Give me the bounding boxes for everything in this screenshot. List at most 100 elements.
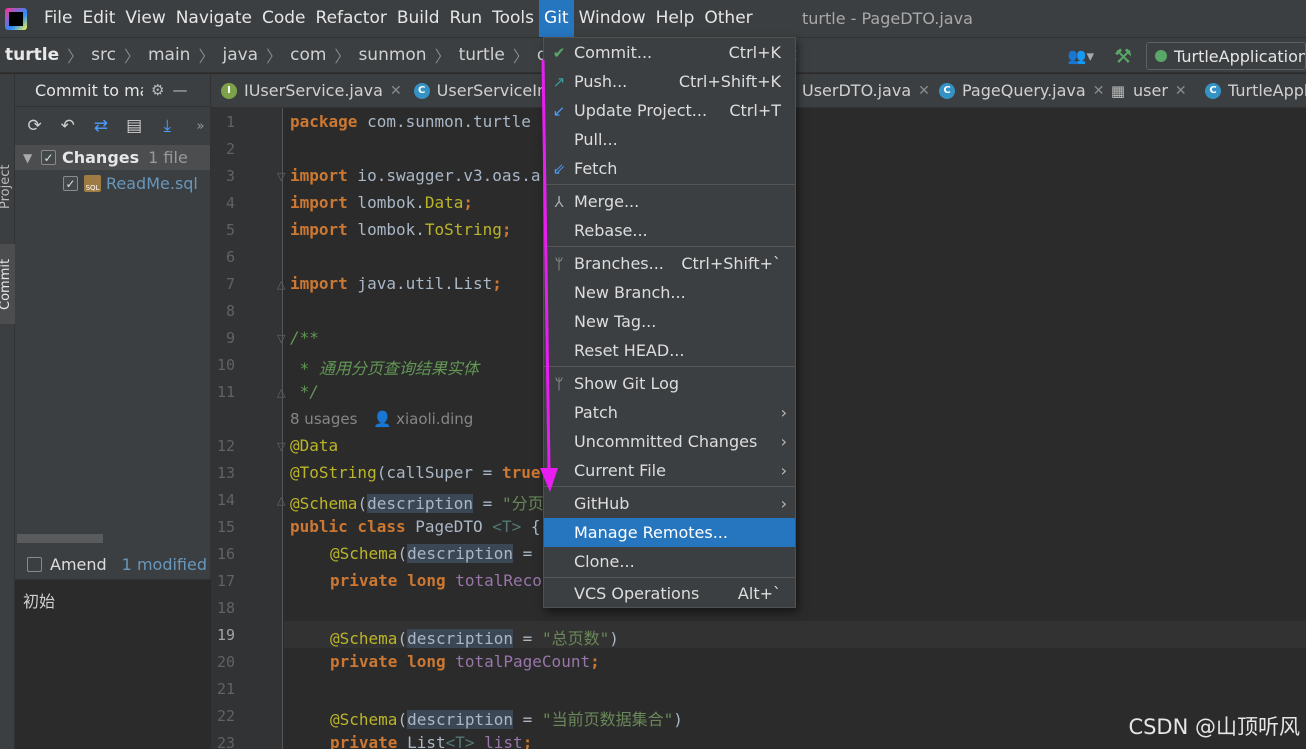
submenu-arrow-icon: ›	[780, 494, 787, 513]
amend-checkbox[interactable]	[27, 556, 42, 572]
menu-item-uncommitted-changes[interactable]: Uncommitted Changes ›	[544, 427, 795, 456]
usages-hint[interactable]: 8 usages	[290, 410, 357, 428]
intellij-logo-icon[interactable]	[5, 7, 27, 30]
tab-pagequery[interactable]: C PageQuery.java ✕	[933, 74, 1110, 107]
changes-checkbox[interactable]: ✓	[41, 150, 56, 165]
gear-icon[interactable]: ⚙	[151, 81, 164, 99]
download-icon[interactable]: ⤓	[158, 116, 177, 136]
menu-other[interactable]: Other	[699, 0, 757, 37]
menu-git[interactable]: Git	[539, 0, 574, 37]
author-hint[interactable]: xiaoli.ding	[396, 410, 473, 428]
annotation-arrow-head	[540, 468, 558, 492]
close-icon[interactable]: ✕	[1175, 83, 1187, 99]
breadcrumb-separator: 〉	[198, 47, 215, 66]
fold-marker-icon[interactable]: △	[277, 278, 285, 291]
commit-message-input[interactable]: 初始	[15, 579, 211, 749]
close-icon[interactable]: ✕	[1093, 83, 1105, 99]
project-tool-tab[interactable]: Project	[0, 152, 16, 222]
code-token: import	[290, 166, 348, 185]
menu-refactor[interactable]: Refactor	[311, 0, 392, 37]
close-icon[interactable]: ✕	[390, 83, 402, 99]
fold-marker-icon[interactable]: ▽	[277, 332, 285, 345]
breadcrumb-separator: 〉	[434, 47, 451, 66]
tab-turtleapplication[interactable]: C TurtleApplication.java	[1199, 74, 1306, 107]
breadcrumb-project[interactable]: turtle	[5, 45, 59, 65]
menu-item-github[interactable]: GitHub ›	[544, 489, 795, 518]
menu-item-rebase[interactable]: Rebase...	[544, 216, 795, 245]
tab-user-table[interactable]: ▦ user ✕	[1104, 74, 1193, 107]
tab-userdto[interactable]: UserDTO.java ✕	[796, 74, 936, 107]
menu-item-shortcut: Ctrl+Shift+`	[681, 254, 781, 273]
code-token: (callSuper =	[376, 463, 502, 482]
changes-group-row[interactable]: ▼ ✓ Changes 1 file	[15, 145, 210, 170]
menu-item-new-tag[interactable]: New Tag...	[544, 307, 795, 336]
minimize-icon[interactable]: —	[172, 81, 187, 99]
code-token: <T>	[492, 517, 522, 536]
commit-tool-tab[interactable]: Commit	[0, 244, 16, 324]
breadcrumb-sunmon[interactable]: sunmon	[358, 45, 426, 65]
menu-help[interactable]: Help	[651, 0, 700, 37]
commit-panel-header: Commit to master ⚙ —	[15, 74, 210, 107]
code-token: ;	[463, 193, 474, 212]
breadcrumb-com[interactable]: com	[290, 45, 326, 65]
menu-edit[interactable]: Edit	[77, 0, 120, 37]
menu-file[interactable]: File	[39, 0, 77, 37]
menu-separator	[544, 366, 795, 367]
menu-item-current-file[interactable]: Current File ›	[544, 456, 795, 485]
fold-marker-icon[interactable]: ▽	[277, 170, 285, 183]
code-token: import	[290, 220, 348, 239]
menu-code[interactable]: Code	[257, 0, 311, 37]
menu-item-new-branch[interactable]: New Branch...	[544, 278, 795, 307]
menu-window[interactable]: Window	[574, 0, 651, 37]
menu-item-fetch[interactable]: ⇙ Fetch	[544, 154, 795, 183]
amend-label[interactable]: Amend	[50, 555, 107, 574]
code-token: private	[330, 733, 398, 749]
close-icon[interactable]: ✕	[918, 83, 930, 99]
menu-navigate[interactable]: Navigate	[171, 0, 257, 37]
changed-file-row[interactable]: ✓ SQL ReadMe.sql	[15, 170, 210, 197]
fold-marker-icon[interactable]: △	[277, 386, 285, 399]
menu-item-patch[interactable]: Patch ›	[544, 398, 795, 427]
menu-item-pull[interactable]: Pull...	[544, 125, 795, 154]
menu-item-manage-remotes[interactable]: Manage Remotes...	[544, 518, 795, 547]
menu-item-clone[interactable]: Clone...	[544, 547, 795, 576]
breadcrumb-src[interactable]: src	[91, 45, 116, 65]
menu-item-branches[interactable]: ᛘ Branches... Ctrl+Shift+`	[544, 249, 795, 278]
menu-tools[interactable]: Tools	[487, 0, 539, 37]
menu-run[interactable]: Run	[445, 0, 488, 37]
horizontal-scrollbar[interactable]	[17, 534, 103, 543]
refresh-icon[interactable]: ⟳	[25, 116, 44, 136]
chevron-down-icon[interactable]: ▼	[23, 151, 37, 165]
menu-item-vcs-operations[interactable]: VCS Operations Alt+`	[544, 579, 795, 608]
fold-marker-icon[interactable]: △	[277, 494, 285, 507]
shelve-icon[interactable]: ▤	[125, 116, 144, 136]
code-token: lombok.	[347, 193, 425, 212]
menu-item-reset-head[interactable]: Reset HEAD...	[544, 336, 795, 365]
line-number: 6	[225, 248, 235, 266]
rollback-icon[interactable]: ↶	[58, 116, 77, 136]
more-actions-icon[interactable]: »	[191, 119, 210, 134]
menu-item-push[interactable]: ↗ Push... Ctrl+Shift+K	[544, 67, 795, 96]
menu-view[interactable]: View	[120, 0, 170, 37]
user-account-icon[interactable]: 👥▾	[1068, 47, 1094, 65]
line-number-gutter: 1 2 3 4 5 6 7 8 9 10 11 12 13 14 15 16 1…	[211, 108, 285, 749]
breadcrumb-java[interactable]: java	[222, 45, 258, 65]
breadcrumb-main[interactable]: main	[148, 45, 190, 65]
show-diff-icon[interactable]: ⇄	[91, 116, 110, 136]
menu-item-update-project[interactable]: ↙ Update Project... Ctrl+T	[544, 96, 795, 125]
menu-item-merge[interactable]: ⅄ Merge...	[544, 187, 795, 216]
breadcrumb-turtle[interactable]: turtle	[459, 45, 505, 65]
run-configuration-selector[interactable]: TurtleApplication	[1146, 42, 1306, 70]
menu-build[interactable]: Build	[392, 0, 445, 37]
tab-iuserservice[interactable]: I IUserService.java ✕	[211, 74, 408, 107]
submenu-arrow-icon: ›	[780, 403, 787, 422]
menu-item-commit[interactable]: ✔ Commit... Ctrl+K	[544, 38, 795, 67]
file-checkbox[interactable]: ✓	[63, 176, 78, 191]
menu-item-show-git-log[interactable]: ᛘ Show Git Log	[544, 369, 795, 398]
modified-count-link[interactable]: 1 modified	[122, 555, 207, 574]
hammer-build-icon[interactable]: ⚒	[1114, 44, 1132, 68]
code-token: totalReco	[445, 571, 542, 590]
fold-marker-icon[interactable]: ▽	[277, 440, 285, 453]
code-token: @Schema	[290, 494, 358, 513]
code-vision-hints: 8 usages 👤 xiaoli.ding	[290, 409, 473, 428]
